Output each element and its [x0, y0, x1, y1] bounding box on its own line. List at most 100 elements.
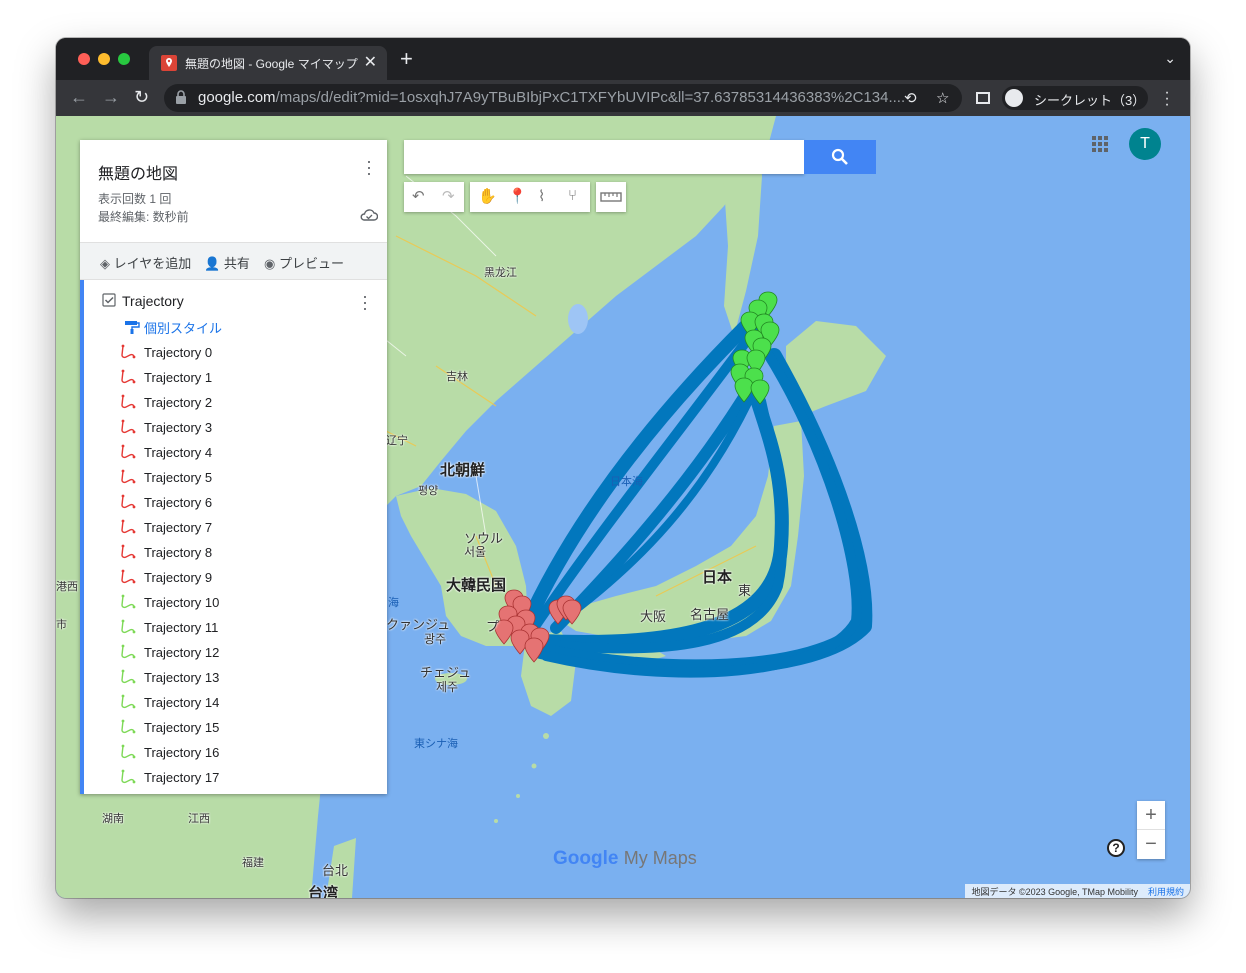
lock-icon: [176, 90, 186, 104]
trajectory-item[interactable]: Trajectory 3: [120, 415, 370, 440]
reload-icon[interactable]: ↻: [134, 88, 149, 106]
close-window-button[interactable]: [78, 53, 90, 65]
trajectory-item[interactable]: Trajectory 2: [120, 390, 370, 415]
trajectory-label: Trajectory 5: [144, 470, 213, 485]
trajectory-item[interactable]: Trajectory 7: [120, 515, 370, 540]
trajectory-item[interactable]: Trajectory 11: [120, 615, 370, 640]
attribution-text: 地図データ ©2023 Google, TMap Mobility: [971, 887, 1138, 897]
account-avatar[interactable]: T: [1129, 128, 1161, 160]
tab-search-chevron-icon[interactable]: ⌄: [1164, 50, 1176, 67]
layer-options-icon[interactable]: · · ·: [360, 287, 370, 317]
preview-button[interactable]: ◉ プレビュー: [264, 253, 344, 272]
zoom-in-button[interactable]: +: [1137, 801, 1165, 830]
search-input[interactable]: [404, 140, 876, 174]
map-label: プ: [486, 619, 500, 634]
map-canvas[interactable]: 黑龙江 吉林 辽宁 北朝鮮 평양 ソウル 서울 大韓民国 クァンジュ 광주 プ …: [56, 116, 1190, 898]
incognito-indicator[interactable]: シークレット（3）: [1002, 86, 1148, 110]
help-button[interactable]: ?: [1107, 839, 1125, 857]
destination-marker[interactable]: [734, 377, 754, 403]
measure-button[interactable]: [596, 182, 626, 212]
origin-marker[interactable]: [562, 599, 582, 625]
translate-icon[interactable]: ⟲: [904, 89, 917, 107]
google-my-maps-logo: Google My Maps: [553, 848, 697, 870]
trajectory-item[interactable]: Trajectory 13: [120, 665, 370, 690]
panel-actions: ◈ レイヤを追加 👤 共有 ◉ プレビュー: [80, 242, 387, 280]
map-label: 台湾: [308, 885, 339, 898]
layer-title[interactable]: Trajectory: [122, 293, 184, 309]
map-layers-panel: 無題の地図 表示回数 1 回 最終編集: 数秒前 · · · ◈ レイヤを追加 👤 …: [80, 140, 387, 794]
forward-arrow-icon[interactable]: →: [102, 88, 120, 106]
my-maps-wordmark: My Maps: [623, 848, 697, 868]
map-options-icon[interactable]: · · ·: [364, 152, 374, 182]
trajectory-label: Trajectory 11: [144, 620, 219, 635]
origin-marker[interactable]: [524, 637, 544, 663]
map-label: 서울: [464, 545, 487, 559]
browser-window: 無題の地図 - Google マイマップ ✕ + ⌄ ← → ↻ google.…: [56, 38, 1190, 898]
share-button[interactable]: 👤 共有: [204, 253, 250, 272]
destination-marker[interactable]: [750, 379, 770, 405]
individual-style-link[interactable]: 個別スタイル: [144, 318, 222, 337]
add-layer-button[interactable]: ◈ レイヤを追加: [100, 253, 191, 272]
trajectory-label: Trajectory 16: [144, 745, 220, 760]
trajectory-label: Trajectory 3: [144, 420, 213, 435]
trajectory-item[interactable]: Trajectory 15: [120, 715, 370, 740]
undo-icon[interactable]: ↶: [412, 187, 425, 205]
side-panel-icon[interactable]: [976, 92, 990, 104]
line-feature-icon: [121, 744, 136, 759]
new-tab-button[interactable]: +: [400, 48, 413, 70]
maximize-window-button[interactable]: [118, 53, 130, 65]
map-label: 日本海: [610, 476, 643, 488]
trajectory-item[interactable]: Trajectory 5: [120, 465, 370, 490]
cloud-saved-icon: [360, 209, 378, 221]
directions-icon[interactable]: ⑂: [568, 187, 577, 204]
trajectory-item[interactable]: Trajectory 10: [120, 590, 370, 615]
map-label: 市: [56, 619, 67, 631]
my-maps-favicon-icon: [161, 55, 177, 71]
trajectory-item[interactable]: Trajectory 16: [120, 740, 370, 765]
trajectory-label: Trajectory 9: [144, 570, 213, 585]
map-attribution: 地図データ ©2023 Google, TMap Mobility 利用規約: [965, 884, 1190, 898]
address-bar[interactable]: google.com/maps/d/edit?mid=1osxqhJ7A9yTB…: [164, 84, 962, 112]
draw-line-icon[interactable]: ⌇: [538, 187, 545, 205]
trajectory-label: Trajectory 0: [144, 345, 213, 360]
trajectory-label: Trajectory 12: [144, 645, 220, 660]
trajectory-item[interactable]: Trajectory 8: [120, 540, 370, 565]
trajectory-label: Trajectory 4: [144, 445, 213, 460]
trajectory-item[interactable]: Trajectory 4: [120, 440, 370, 465]
line-feature-icon: [121, 469, 136, 484]
paint-roller-icon: [125, 321, 140, 334]
map-label: 吉林: [446, 371, 468, 383]
trajectory-label: Trajectory 10: [144, 595, 220, 610]
back-arrow-icon[interactable]: ←: [70, 88, 88, 106]
trajectory-item[interactable]: Trajectory 17: [120, 765, 370, 790]
trajectory-item[interactable]: Trajectory 9: [120, 565, 370, 590]
google-apps-icon[interactable]: [1092, 136, 1108, 152]
browser-menu-icon[interactable]: · · ·: [1164, 85, 1170, 113]
trajectory-item[interactable]: Trajectory 6: [120, 490, 370, 515]
zoom-out-button[interactable]: −: [1137, 830, 1165, 859]
layer-visibility-checkbox[interactable]: [102, 293, 116, 307]
ruler-icon: [600, 192, 622, 202]
redo-icon[interactable]: ↷: [442, 187, 455, 205]
active-tab[interactable]: 無題の地図 - Google マイマップ ✕: [149, 46, 387, 80]
trajectory-item[interactable]: Trajectory 12: [120, 640, 370, 665]
line-feature-icon: [121, 394, 136, 409]
preview-label: プレビュー: [278, 256, 344, 271]
trajectory-item[interactable]: Trajectory 1: [120, 365, 370, 390]
bookmark-star-icon[interactable]: ☆: [936, 89, 949, 107]
share-label: 共有: [223, 256, 250, 271]
search-button[interactable]: [804, 140, 876, 174]
minimize-window-button[interactable]: [98, 53, 110, 65]
hand-icon[interactable]: ✋: [478, 187, 497, 205]
tab-close-icon[interactable]: ✕: [364, 52, 377, 72]
map-label: 黑龙江: [484, 267, 517, 279]
layer-trajectory: Trajectory · · · 個別スタイル Trajectory 0 Trajec…: [80, 280, 387, 794]
line-feature-icon: [121, 419, 136, 434]
map-title[interactable]: 無題の地図: [98, 160, 178, 184]
trajectory-item[interactable]: Trajectory 0: [120, 340, 370, 365]
add-marker-icon[interactable]: 📍: [508, 187, 527, 205]
trajectory-item[interactable]: Trajectory 14: [120, 690, 370, 715]
trajectory-label: Trajectory 6: [144, 495, 213, 510]
incognito-label: シークレット（3）: [1034, 93, 1146, 108]
terms-link[interactable]: 利用規約: [1148, 887, 1184, 897]
